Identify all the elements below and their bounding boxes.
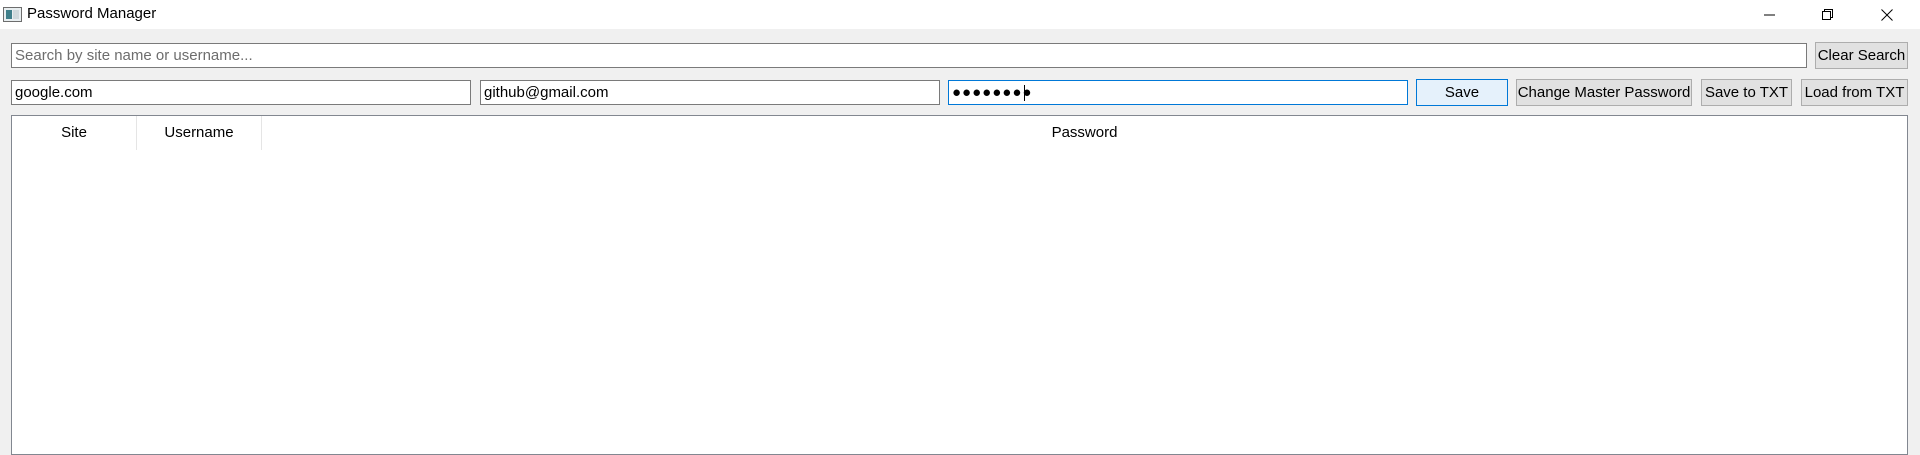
app-window-icon bbox=[3, 7, 22, 22]
restore-button[interactable] bbox=[1799, 0, 1857, 29]
password-field[interactable]: ●●●●●●●● bbox=[948, 80, 1408, 105]
password-table[interactable]: Site Username Password bbox=[11, 115, 1908, 455]
clear-search-button[interactable]: Clear Search bbox=[1815, 42, 1908, 69]
text-caret bbox=[1024, 85, 1025, 101]
restore-icon bbox=[1822, 8, 1833, 20]
column-header-password[interactable]: Password bbox=[262, 116, 1907, 150]
column-header-username[interactable]: Username bbox=[137, 116, 262, 150]
password-masked-value: ●●●●●●●● bbox=[952, 84, 1033, 101]
search-input[interactable] bbox=[11, 43, 1807, 68]
minimize-button[interactable] bbox=[1741, 0, 1799, 29]
save-to-txt-button[interactable]: Save to TXT bbox=[1701, 79, 1792, 106]
close-button[interactable] bbox=[1858, 0, 1916, 29]
close-icon bbox=[1881, 8, 1893, 21]
title-bar: Password Manager bbox=[0, 0, 1920, 29]
column-header-site[interactable]: Site bbox=[12, 116, 137, 150]
username-field[interactable] bbox=[480, 80, 940, 105]
load-from-txt-button[interactable]: Load from TXT bbox=[1801, 79, 1908, 106]
save-button[interactable]: Save bbox=[1416, 79, 1508, 106]
table-header: Site Username Password bbox=[12, 116, 1907, 150]
minimize-icon bbox=[1764, 14, 1775, 15]
site-field[interactable] bbox=[11, 80, 471, 105]
window-title: Password Manager bbox=[27, 5, 157, 22]
change-master-password-button[interactable]: Change Master Password bbox=[1516, 79, 1692, 106]
